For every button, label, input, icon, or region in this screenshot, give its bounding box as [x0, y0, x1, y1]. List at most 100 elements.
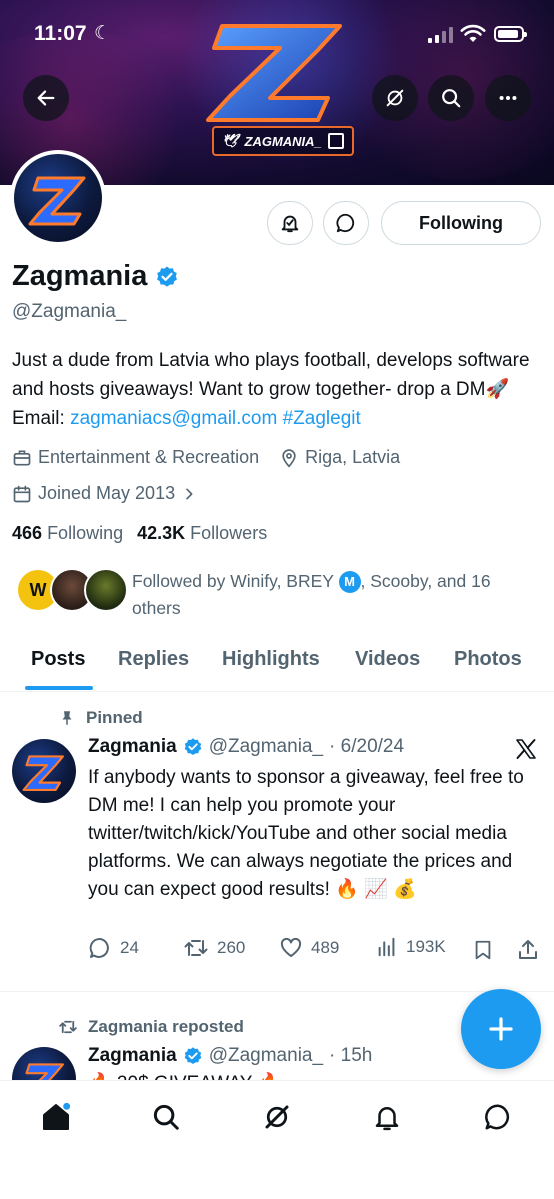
followers-stat[interactable]: 42.3K Followers — [137, 523, 267, 544]
pin-icon — [62, 711, 72, 725]
grok-icon — [386, 89, 404, 107]
tab-photos[interactable]: Photos — [454, 648, 522, 671]
active-tab-indicator — [25, 686, 93, 690]
compose-button[interactable] — [461, 989, 541, 1069]
views-count: 193K — [406, 937, 446, 956]
following-label: Following — [47, 523, 124, 543]
tweet-author-avatar[interactable] — [12, 1047, 76, 1080]
following-button[interactable]: Following — [381, 201, 541, 245]
profile-category-location: Entertainment & Recreation Riga, Latvia — [12, 447, 400, 468]
reply-action[interactable]: 24 — [88, 936, 139, 960]
bio-email-label: Email: — [12, 408, 71, 429]
twitch-icon — [327, 133, 344, 149]
message-button[interactable] — [323, 201, 369, 245]
notifications-toggle-button[interactable] — [267, 201, 313, 245]
grok-button[interactable] — [372, 75, 418, 121]
reply-icon — [89, 937, 109, 958]
follower-avatar — [84, 568, 128, 612]
profile-category: Entertainment & Recreation — [38, 447, 260, 467]
profile-tabs: Posts Replies Highlights Videos Photos — [0, 640, 554, 692]
pinned-label: Pinned — [86, 708, 143, 727]
views-icon — [378, 937, 395, 957]
avatar-z-logo — [25, 1063, 64, 1080]
signal-icon — [428, 27, 453, 43]
avatar-z-logo — [28, 176, 86, 226]
profile-bio: Just a dude from Latvia who plays footba… — [12, 346, 542, 433]
tweet-author-name[interactable]: Zagmania — [88, 1045, 177, 1067]
nav-home[interactable] — [36, 1097, 76, 1137]
do-not-disturb-icon: ☾ — [94, 23, 112, 44]
x-logo-icon[interactable] — [513, 737, 539, 761]
tweet-author-handle: @Zagmania_ — [208, 1045, 324, 1066]
tab-posts[interactable]: Posts — [31, 648, 85, 671]
tweet-divider — [0, 991, 554, 992]
pinned-label-row: Pinned — [58, 708, 143, 728]
repost-label-row: Zagmania reposted — [58, 1017, 244, 1037]
tweet-text: If anybody wants to sponsor a giveaway, … — [88, 767, 524, 900]
profile-avatar[interactable] — [10, 150, 106, 246]
tweet-author-name[interactable]: Zagmania — [88, 736, 177, 758]
more-icon — [499, 95, 517, 101]
search-icon — [442, 89, 461, 108]
more-button[interactable] — [485, 75, 531, 121]
followed-by-prefix: Followed by Winify, BREY — [132, 571, 334, 591]
tweet-author-handle: @Zagmania_ — [208, 736, 324, 757]
bio-emoji: 🚀 — [485, 379, 510, 400]
back-arrow-icon — [37, 90, 55, 106]
repost-action[interactable]: 260 — [183, 936, 245, 960]
tweet-author-avatar[interactable] — [12, 739, 76, 803]
repost-small-icon — [59, 1020, 77, 1034]
message-icon — [485, 1104, 510, 1130]
like-action[interactable]: 489 — [279, 936, 339, 960]
notification-bell-icon — [281, 215, 299, 233]
location-pin-icon — [282, 448, 296, 468]
twitter-bird-icon: 🕊 — [222, 133, 239, 148]
follow-stats: 466 Following 42.3K Followers — [12, 523, 267, 544]
following-stat[interactable]: 466 Following — [12, 523, 123, 544]
followers-label: Followers — [190, 523, 268, 543]
back-button[interactable] — [23, 75, 69, 121]
like-count: 489 — [311, 938, 340, 957]
bio-email-link[interactable]: zagmaniacs@gmail.com — [70, 408, 277, 429]
profile-joined: Joined May 2013 — [38, 483, 176, 503]
nav-grok[interactable] — [257, 1097, 297, 1137]
tweet-date: · 6/20/24 — [329, 736, 405, 757]
banner-tag-text: ZAGMANIA_ — [244, 133, 322, 149]
tab-highlights[interactable]: Highlights — [222, 648, 320, 671]
tweet-header: Zagmania @Zagmania_ · 6/20/24 — [88, 736, 404, 758]
battery-icon — [494, 26, 527, 42]
share-icon[interactable] — [516, 938, 540, 962]
search-button[interactable] — [428, 75, 474, 121]
nav-messages[interactable] — [478, 1097, 518, 1137]
nav-notifications[interactable] — [367, 1097, 407, 1137]
bookmark-icon[interactable] — [472, 938, 494, 962]
repost-count: 260 — [217, 938, 246, 957]
grok-icon — [265, 1105, 289, 1129]
avatar-z-logo — [22, 755, 64, 791]
tweet-time: · 15h — [329, 1045, 373, 1066]
profile-name: Zagmania — [12, 260, 179, 293]
chevron-right-icon — [186, 488, 193, 499]
views-action[interactable]: 193K — [376, 936, 446, 958]
followed-by-text[interactable]: Followed by Winify, BREY M, Scooby, and … — [132, 568, 542, 622]
bio-hashtag-link[interactable]: #Zaglegit — [283, 408, 361, 429]
verified-badge-icon — [157, 266, 178, 287]
status-time: 11:07 — [34, 22, 87, 45]
reply-count: 24 — [120, 938, 139, 957]
tab-replies[interactable]: Replies — [118, 648, 189, 671]
bottom-navigation — [0, 1080, 554, 1199]
display-name: Zagmania — [12, 260, 148, 292]
profile-joined-row[interactable]: Joined May 2013 — [12, 483, 197, 504]
profile-handle: @Zagmania_ — [12, 301, 127, 322]
tab-videos[interactable]: Videos — [355, 648, 420, 671]
nav-search[interactable] — [146, 1097, 186, 1137]
followed-by-avatars[interactable]: W — [16, 568, 128, 612]
heart-icon — [280, 937, 302, 957]
status-bar: 11:07 ☾ — [0, 0, 554, 68]
following-count: 466 — [12, 523, 43, 543]
wifi-icon — [460, 24, 486, 42]
message-icon — [336, 213, 355, 233]
tweet-actions: 24 260 489 193K — [88, 936, 544, 966]
banner-social-tag: 🕊 ZAGMANIA_ — [212, 126, 354, 156]
tweet-header: Zagmania @Zagmania_ · 15h — [88, 1045, 372, 1067]
